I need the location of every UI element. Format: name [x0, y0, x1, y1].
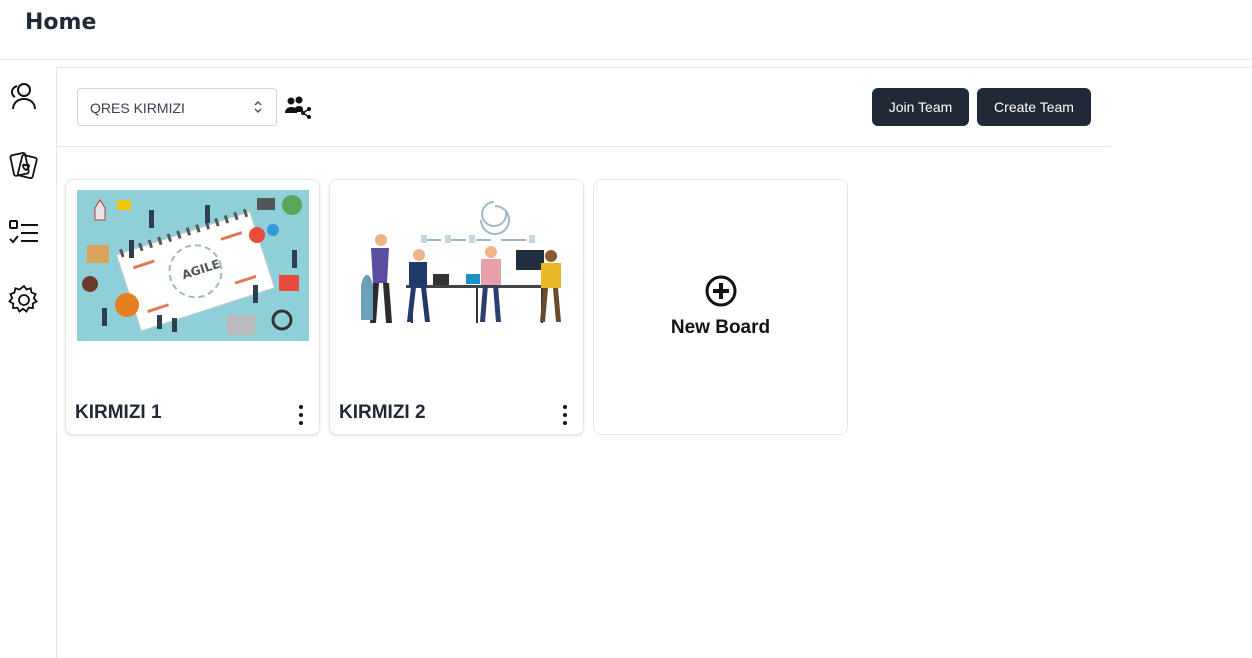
sidebar-item-boards[interactable] — [7, 148, 41, 182]
sidebar-item-teams[interactable] — [7, 79, 41, 113]
divider — [57, 146, 1111, 147]
agile-illustration: AGILE — [77, 190, 309, 341]
checklist-icon — [9, 220, 38, 244]
board-thumbnail: AGILE — [77, 190, 309, 341]
chevron-up-down-icon — [254, 100, 262, 114]
new-board-label: New Board — [670, 317, 771, 338]
board-name: KIRMIZI 2 — [339, 402, 426, 423]
page-title: Home — [25, 10, 97, 35]
gear-icon — [8, 284, 38, 313]
sidebar-item-settings[interactable] — [7, 283, 41, 317]
sidebar — [0, 67, 57, 658]
sidebar-item-tasks[interactable] — [7, 215, 41, 249]
divider — [57, 67, 1252, 68]
board-name: KIRMIZI 1 — [75, 402, 162, 423]
team-select-value: QRES KIRMIZI — [90, 100, 185, 116]
board-menu-icon[interactable] — [561, 405, 569, 427]
team-select[interactable]: QRES KIRMIZI — [77, 88, 277, 126]
board-thumbnail — [341, 190, 573, 341]
users-icon — [10, 83, 36, 110]
board-menu-icon[interactable] — [297, 405, 305, 427]
plus-circle-icon — [705, 275, 737, 307]
cards-icon — [9, 152, 38, 180]
header: Home — [0, 0, 1252, 60]
new-board-card[interactable]: New Board — [593, 179, 848, 435]
join-team-button[interactable]: Join Team — [872, 88, 969, 126]
team-share-icon[interactable] — [284, 95, 312, 119]
board-card[interactable]: KIRMIZI 2 — [329, 179, 584, 435]
team-meeting-illustration — [341, 190, 573, 341]
create-team-button[interactable]: Create Team — [977, 88, 1091, 126]
board-card[interactable]: AGILE KIRMIZI 1 — [65, 179, 320, 435]
